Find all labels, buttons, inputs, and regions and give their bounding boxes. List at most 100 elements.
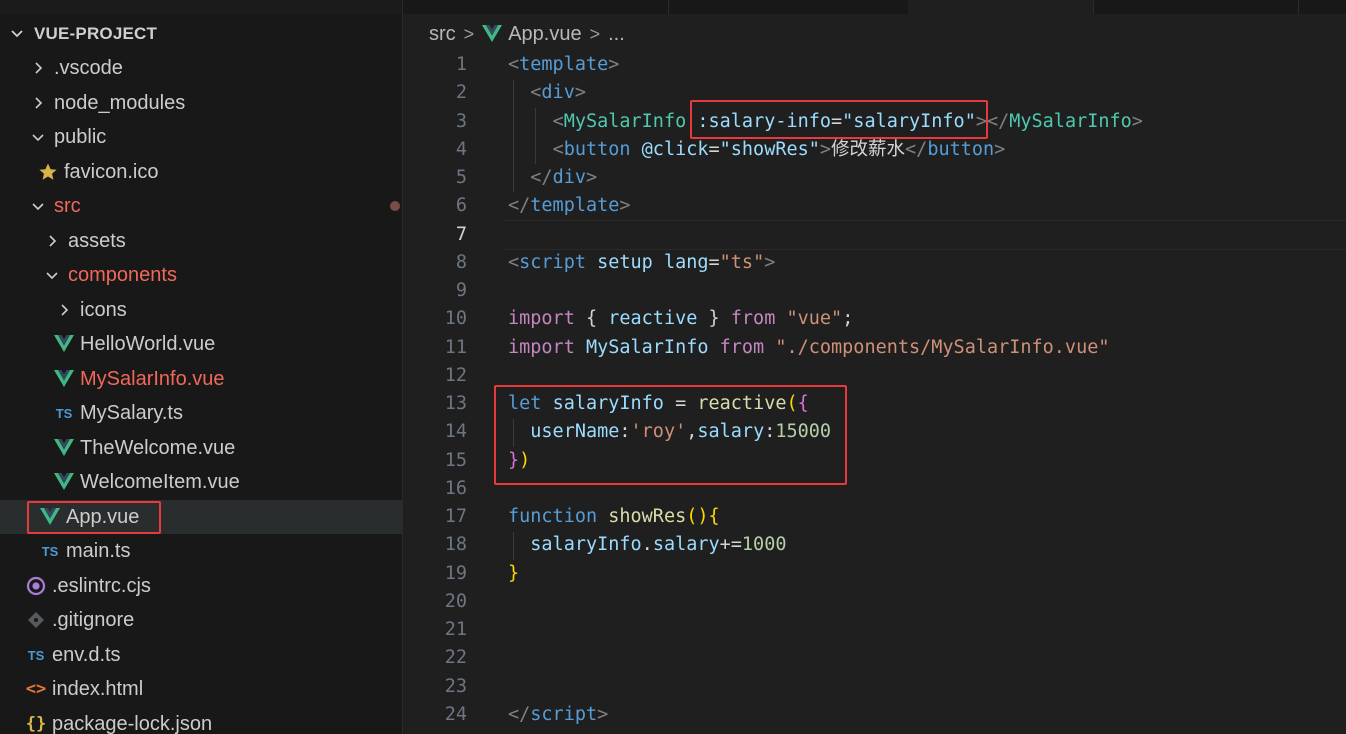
explorer-project-header[interactable]: VUE-PROJECT [0,20,402,48]
code-line[interactable]: 9 [403,277,1346,305]
code-line[interactable]: 22 [403,644,1346,672]
code-line[interactable]: 17 function showRes(){ [403,503,1346,531]
code-line[interactable]: 4 <button @click="showRes">修改薪水</button> [403,136,1346,164]
code-token: = [708,251,720,273]
tree-item-node-modules[interactable]: node_modules [0,86,402,120]
tree-item-components[interactable]: components [0,258,402,292]
code-line[interactable]: 13 let salaryInfo = reactive({ [403,390,1346,418]
tree-item-favicon[interactable]: favicon.ico [0,155,402,189]
vue-file-icon [38,508,62,526]
editor-tab[interactable] [1093,0,1299,14]
tree-item-label: public [54,125,107,148]
editor-tab[interactable] [403,0,669,14]
code-line[interactable]: 23 [403,673,1346,701]
tree-item-vscode[interactable]: .vscode [0,51,402,85]
code-line[interactable]: 20 [403,588,1346,616]
tree-item-main-ts[interactable]: TS main.ts [0,534,402,568]
code-text: </script> [508,701,608,729]
code-line[interactable]: 10 import { reactive } from "vue"; [403,305,1346,333]
code-token: > [608,54,620,75]
tree-item-label: package-lock.json [52,712,213,734]
tree-item-assets[interactable]: assets [0,224,402,258]
code-token: script [530,703,598,725]
tree-item-src[interactable]: src [0,189,402,223]
tree-item-helloworld-vue[interactable]: HelloWorld.vue [0,327,402,361]
tree-item-thewelcome-vue[interactable]: TheWelcome.vue [0,431,402,465]
code-token: { [797,393,809,414]
code-line[interactable]: 12 [403,362,1346,390]
code-token: : [764,421,776,443]
vue-file-icon [52,473,76,491]
code-token: MySalarInfo [585,336,709,358]
tree-item-label: components [68,263,177,286]
code-token: MySalarInfo [1009,110,1132,132]
code-line[interactable]: 7 [403,221,1346,249]
tree-item-icons[interactable]: icons [0,293,402,327]
code-text: let salaryInfo = reactive({ [508,390,809,418]
tree-item-env-d-ts[interactable]: TS env.d.ts [0,638,402,672]
code-token: < [552,110,564,132]
code-line[interactable]: 6 </template> [403,192,1346,220]
code-line[interactable]: 2 <div> [403,79,1346,107]
code-token: userName [530,421,620,443]
code-token: 'roy' [630,421,687,443]
code-line[interactable]: 8 <script setup lang="ts"> [403,249,1346,277]
code-line[interactable]: 5 </div> [403,164,1346,192]
code-token: 15000 [775,421,832,443]
code-token: < [530,82,542,104]
breadcrumb-src[interactable]: src [429,23,456,46]
code-line[interactable]: 3 <MySalarInfo :salary-info="salaryInfo"… [403,108,1346,136]
line-number: 24 [444,703,467,725]
typescript-file-icon: TS [41,543,59,559]
modified-dot-indicator [390,201,400,211]
tree-item-app-vue[interactable]: App.vue [0,500,402,534]
tree-item-gitignore[interactable]: .gitignore [0,603,402,637]
tree-item-label: node_modules [54,91,186,114]
code-line[interactable]: 14 userName:'roy',salary:15000 [403,418,1346,446]
code-editor[interactable]: src > App.vue > ... 1 <template> 2 <div> 3 … [403,0,1346,734]
code-token: showRes [608,506,687,527]
code-line[interactable]: 16 [403,475,1346,503]
tree-item-mysalary-ts[interactable]: TS MySalary.ts [0,396,402,430]
editor-tab[interactable] [668,0,909,14]
code-token: salaryInfo [552,393,664,414]
breadcrumb-file[interactable]: App.vue [508,23,581,46]
code-token: > [574,82,586,104]
tree-item-public[interactable]: public [0,120,402,154]
tree-item-package-lock-json[interactable]: {} package-lock.json [0,707,402,734]
code-token: = [675,393,687,414]
code-line[interactable]: 11 import MySalarInfo from "./components/… [403,334,1346,362]
code-text: salaryInfo.salary+=1000 [508,531,786,559]
tree-item-welcomeitem-vue[interactable]: WelcomeItem.vue [0,465,402,499]
code-line[interactable]: 19} [403,560,1346,588]
tree-item-index-html[interactable]: <> index.html [0,672,402,706]
code-token: let [508,393,542,414]
tree-item-label: env.d.ts [52,643,121,666]
tree-item-mysalarinfo-vue[interactable]: MySalarInfo.vue 2 [0,362,402,396]
code-token: = [708,138,720,160]
code-line[interactable]: 18 salaryInfo.salary+=1000 [403,531,1346,559]
tree-item-label: TheWelcome.vue [80,436,236,459]
breadcrumb-separator: > [463,23,475,44]
code-token: reactive [608,308,698,330]
code-line[interactable]: 24 </script> [403,701,1346,729]
code-line[interactable]: 15}) [403,447,1346,475]
breadcrumb-symbol[interactable]: ... [608,23,625,46]
line-number: 18 [444,534,467,556]
line-number: 16 [444,477,467,499]
editor-tab-active[interactable] [908,0,1094,14]
code-token: 1000 [741,534,787,556]
code-line[interactable]: 21 [403,616,1346,644]
code-token: ></ [975,110,1010,132]
tree-item-eslintrc[interactable]: .eslintrc.cjs [0,569,402,603]
code-line[interactable]: 1 <template> [403,51,1346,79]
line-number: 20 [444,590,467,612]
line-number: 21 [444,619,467,640]
